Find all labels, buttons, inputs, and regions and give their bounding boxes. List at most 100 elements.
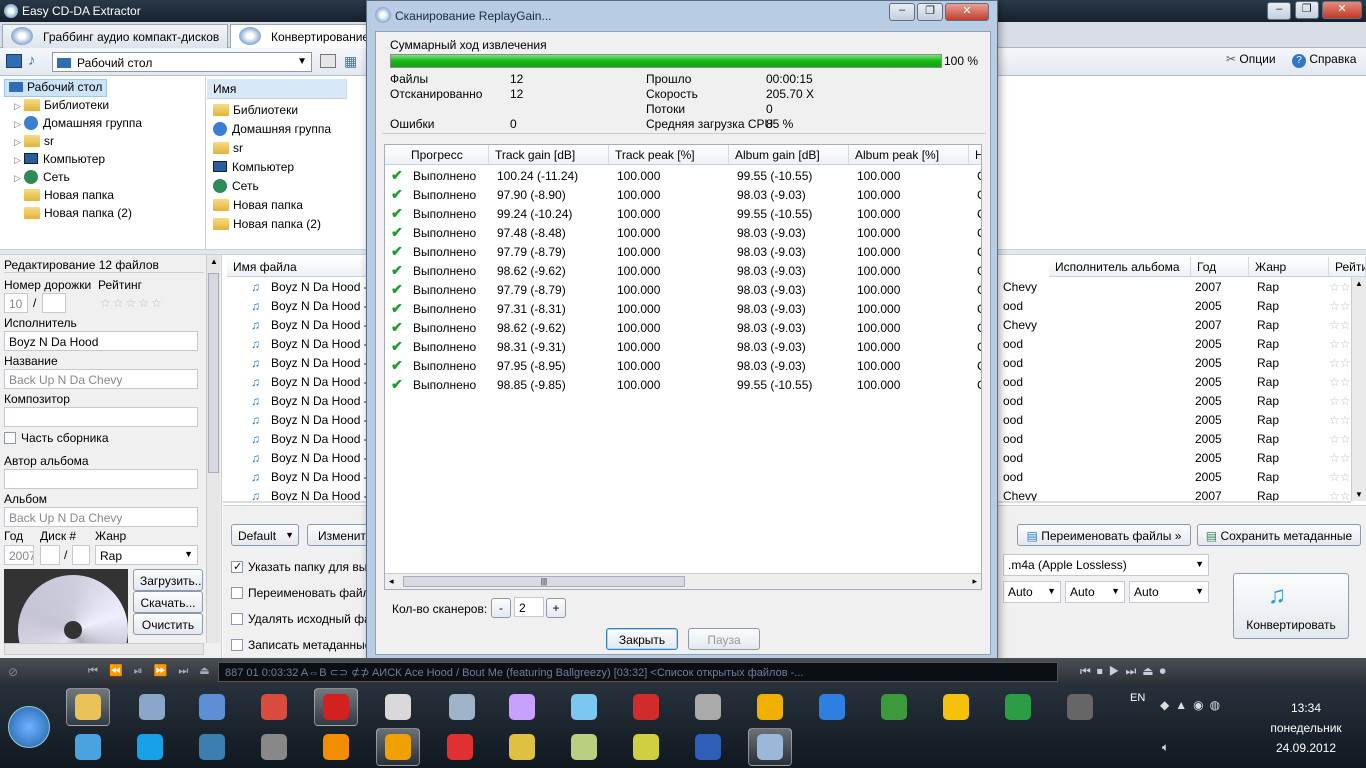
rename-files-button[interactable]: ▤ Переименовать файлы » — [1017, 524, 1191, 546]
tab-ripping[interactable]: Граббинг аудио компакт-дисков — [2, 24, 228, 48]
start-button[interactable] — [8, 706, 50, 748]
scroll-down-icon[interactable]: ▼ — [1355, 490, 1363, 499]
checkbox[interactable] — [231, 639, 243, 651]
column-header-album-artist[interactable]: Исполнитель альбома — [1049, 257, 1191, 277]
close-dialog-button[interactable]: Закрыть — [606, 628, 678, 650]
tab-convert[interactable]: Конвертирование — [230, 24, 370, 48]
load-art-button[interactable]: Загрузить.. — [133, 569, 203, 591]
checkbox[interactable] — [231, 587, 243, 599]
download-art-button[interactable]: Скачать... — [133, 591, 203, 613]
track-number-field[interactable]: 10 — [4, 293, 28, 313]
scroll-up-icon[interactable]: ▲ — [210, 257, 218, 266]
compilation-checkbox[interactable]: Часть сборника — [4, 431, 109, 445]
column-header-filename[interactable]: Имя файла — [227, 257, 377, 277]
tree-item[interactable]: ▷ Сеть — [14, 170, 70, 188]
tree-item[interactable]: Новая папка (2) — [14, 206, 132, 224]
checkbox[interactable] — [231, 561, 243, 573]
pause-button[interactable]: Пауза — [688, 628, 760, 650]
expand-icon[interactable]: ▷ — [14, 119, 24, 130]
column-header-progress[interactable]: Прогресс — [385, 145, 489, 165]
player-controls-right[interactable]: ⏮⏹▶⏭⏏⏺ — [1080, 664, 1172, 679]
aimp-icon[interactable] — [376, 728, 420, 766]
disc-total-field[interactable] — [72, 545, 90, 565]
opera-icon[interactable] — [314, 688, 358, 726]
kaspersky-icon[interactable] — [624, 688, 668, 726]
scroll-right-icon[interactable]: ▸ — [972, 576, 977, 587]
note-icon[interactable] — [562, 728, 606, 766]
album-field[interactable]: Back Up N Da Chevy — [4, 507, 198, 527]
paint-icon[interactable] — [252, 688, 296, 726]
auto-combo-3[interactable]: Auto ▼ — [1129, 581, 1209, 603]
result-row[interactable]: ✔ Выполнено 97.48 (-8.48) 100.000 98.03 (-9.… — [385, 223, 981, 242]
format-combo[interactable]: .m4a (Apple Lossless) ▼ — [1003, 554, 1209, 576]
column-header-track-gain[interactable]: Track gain [dB] — [489, 145, 609, 165]
dialog-maximize-button[interactable]: ❐ — [917, 3, 943, 21]
tree-root[interactable]: Рабочий стол — [4, 79, 108, 97]
palette-icon[interactable] — [562, 688, 606, 726]
scanners-increment-button[interactable]: + — [546, 598, 566, 618]
artist-field[interactable]: Boyz N Da Hood — [4, 331, 198, 351]
result-row[interactable]: ✔ Выполнено 98.31 (-9.31) 100.000 98.03 (-9.… — [385, 337, 981, 356]
track-list-scrollbar[interactable]: ▲ ▼ — [1351, 277, 1366, 501]
result-row[interactable]: ✔ Выполнено 98.62 (-9.62) 100.000 98.03 (-9.… — [385, 318, 981, 337]
expand-icon[interactable]: ▷ — [14, 101, 24, 112]
track-total-field[interactable] — [42, 293, 66, 313]
player-controls-left[interactable]: ⏮ ⏪ ⏯ ⏩ ⏭ ⏏ — [88, 664, 214, 678]
column-header-rating[interactable]: Рейти — [1329, 257, 1366, 277]
image-icon[interactable] — [500, 688, 544, 726]
close-button[interactable]: ✕ — [1322, 1, 1362, 19]
convert-button[interactable]: ♫ Конвертировать — [1233, 573, 1349, 639]
document-icon[interactable] — [190, 688, 234, 726]
record-icon[interactable] — [438, 728, 482, 766]
column-header-album-peak[interactable]: Album peak [%] — [849, 145, 969, 165]
scroll-up-icon[interactable]: ▲ — [1355, 279, 1363, 288]
explorer-icon[interactable] — [66, 688, 110, 726]
gens-icon[interactable] — [1058, 688, 1102, 726]
skype-icon[interactable] — [128, 728, 172, 766]
vlc-style-icon[interactable] — [934, 688, 978, 726]
hscroll-thumb[interactable]: ||| — [403, 576, 685, 587]
preset-combo[interactable]: Default ▼ — [231, 524, 299, 546]
option-write-metadata[interactable]: Записать метаданные — [231, 638, 371, 652]
result-row[interactable]: ✔ Выполнено 98.85 (-9.85) 100.000 99.55 (-10… — [385, 375, 981, 394]
grid-view-icon[interactable]: ▦ — [344, 53, 357, 70]
tree-item[interactable]: ▷ Компьютер — [14, 152, 105, 170]
expand-icon[interactable]: ▷ — [14, 155, 24, 166]
album-artist-field[interactable] — [4, 469, 198, 489]
monitor-icon[interactable] — [624, 728, 668, 766]
checkbox[interactable] — [231, 613, 243, 625]
location-combo[interactable]: Рабочий стол ▼ — [52, 52, 312, 72]
eye-icon[interactable] — [686, 728, 730, 766]
auto-combo-1[interactable]: Auto ▼ — [1003, 581, 1061, 603]
auto-combo-2[interactable]: Auto ▼ — [1065, 581, 1125, 603]
hardware-icon[interactable] — [748, 688, 792, 726]
expand-icon[interactable]: ▷ — [14, 137, 24, 148]
remote-desktop-icon[interactable] — [440, 688, 484, 726]
help-button[interactable]: ? Справка — [1292, 52, 1356, 68]
clock[interactable]: 13:34 понедельник 24.09.2012 — [1256, 698, 1356, 758]
column-header-h[interactable]: H — [969, 145, 981, 165]
list-item[interactable]: Новая папка — [213, 198, 303, 217]
maximize-button[interactable]: ❐ — [1294, 1, 1319, 19]
scanners-decrement-button[interactable]: - — [491, 598, 511, 618]
option-delete-source[interactable]: Удалять исходный фай — [231, 612, 377, 626]
option-output-folder[interactable]: Указать папку для вых — [231, 560, 373, 574]
column-header-year[interactable]: Год — [1191, 257, 1249, 277]
options-button[interactable]: ✂ Опции — [1226, 52, 1276, 66]
list-item[interactable]: Домашняя группа — [213, 122, 331, 141]
expand-icon[interactable]: ▷ — [14, 173, 24, 184]
column-header-genre[interactable]: Жанр — [1249, 257, 1329, 277]
scroll-left-icon[interactable]: ◂ — [389, 576, 394, 587]
save-metadata-button[interactable]: ▤ Сохранить метаданные — [1197, 524, 1361, 546]
result-row[interactable]: ✔ Выполнено 99.24 (-10.24) 100.000 99.55 (-1… — [385, 204, 981, 223]
column-header-album-gain[interactable]: Album gain [dB] — [729, 145, 849, 165]
list-item[interactable]: Сеть — [213, 179, 259, 198]
now-playing-ticker[interactable]: 887 01 0:03:32 A⇔B ⊂⊃ ⊄⊅ AИСК Ace Hood /… — [218, 662, 1058, 682]
scanners-value[interactable]: 2 — [514, 597, 544, 617]
desktop-icon[interactable] — [6, 54, 22, 68]
dialog-minimize-button[interactable]: – — [889, 3, 915, 21]
tree-item[interactable]: ▷ sr — [14, 134, 54, 152]
volume-icon[interactable]: 🔈︎ — [1162, 740, 1169, 755]
list-item[interactable]: Новая папка (2) — [213, 217, 321, 236]
tree-item[interactable]: Новая папка — [14, 188, 114, 206]
